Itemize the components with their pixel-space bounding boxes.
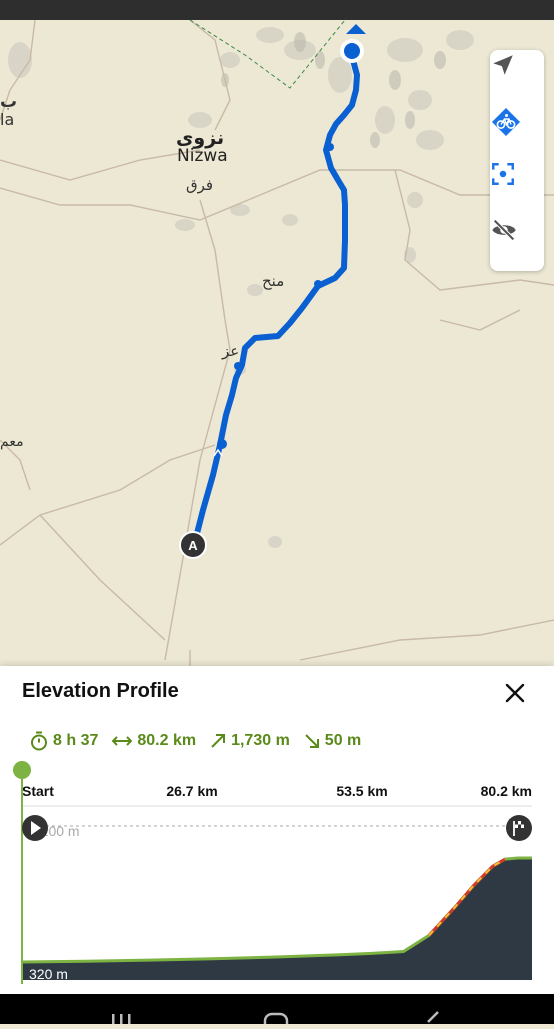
ascent-arrow-icon <box>211 734 226 748</box>
stopwatch-icon <box>31 731 47 751</box>
map-label-edge-ar: ب <box>0 92 18 112</box>
x-tick-label: 26.7 km <box>166 783 217 799</box>
route-stats: 8 h 37 80.2 km 1,730 m 50 m <box>30 730 375 752</box>
focus-route-button[interactable] <box>490 161 544 215</box>
x-axis-ticks: Start 26.7 km 53.5 km 80.2 km <box>22 783 532 799</box>
eye-off-icon <box>492 219 516 241</box>
bike-layer-button[interactable] <box>490 106 544 160</box>
recent-apps-icon[interactable] <box>112 1014 131 1024</box>
map-label-nizwa-en: Nizwa <box>177 146 228 166</box>
map-label-fariq: فرق <box>186 176 214 194</box>
x-tick-label: 53.5 km <box>336 783 387 799</box>
map-view[interactable]: A ب la نزوى Nizwa فرق منح عز معم <box>0 20 554 668</box>
x-tick-label: 80.2 km <box>481 783 532 799</box>
descent-arrow-icon <box>305 734 319 748</box>
start-flag-icon <box>22 815 48 841</box>
bike-layer-icon <box>492 108 520 136</box>
duration-value: 8 h 37 <box>53 732 99 749</box>
hide-layers-button[interactable] <box>490 216 544 270</box>
position-cursor-handle[interactable] <box>13 761 31 779</box>
back-icon[interactable] <box>427 1011 439 1023</box>
start-marker[interactable]: A <box>179 531 207 559</box>
y-axis-label: 320 m <box>29 966 68 982</box>
ascent-value: 1,730 m <box>231 732 290 749</box>
status-bar <box>0 0 554 20</box>
map-label-edge-en: la <box>0 110 15 129</box>
stat-duration: 8 h 37 <box>30 731 98 751</box>
focus-frame-icon <box>492 163 514 185</box>
descent-value: 50 m <box>324 732 362 749</box>
map-label-manah: منح <box>262 272 285 290</box>
stat-distance: 80.2 km <box>112 732 196 750</box>
distance-value: 80.2 km <box>137 732 197 749</box>
panel-title: Elevation Profile <box>22 680 179 702</box>
map-label-izz: عز <box>222 342 240 360</box>
map-canvas: A <box>0 20 554 668</box>
close-icon <box>505 683 525 703</box>
stat-descent: 50 m <box>304 732 361 750</box>
nav-icons <box>112 1011 439 1029</box>
system-nav-bar <box>0 994 554 1029</box>
y-axis-labels: 2,200 m320 m <box>29 823 80 982</box>
map-label-maam: معم <box>0 434 24 450</box>
elevation-chart[interactable]: Start 26.7 km 53.5 km 80.2 km 2,200 m320 m <box>0 758 554 994</box>
close-button[interactable] <box>500 678 530 708</box>
navigate-arrow-icon <box>493 55 513 75</box>
svg-text:A: A <box>188 538 198 553</box>
x-tick-label: Start <box>22 783 54 799</box>
elevation-profile-panel: Elevation Profile 8 h 37 80.2 km 1,730 m <box>0 666 554 994</box>
current-location-marker <box>340 24 366 63</box>
navigate-button[interactable] <box>490 52 544 106</box>
distance-arrows-icon <box>112 736 133 746</box>
stat-ascent: 1,730 m <box>210 732 290 750</box>
home-icon[interactable] <box>263 1012 289 1029</box>
map-controls <box>490 50 544 271</box>
finish-flag-icon <box>506 815 532 841</box>
